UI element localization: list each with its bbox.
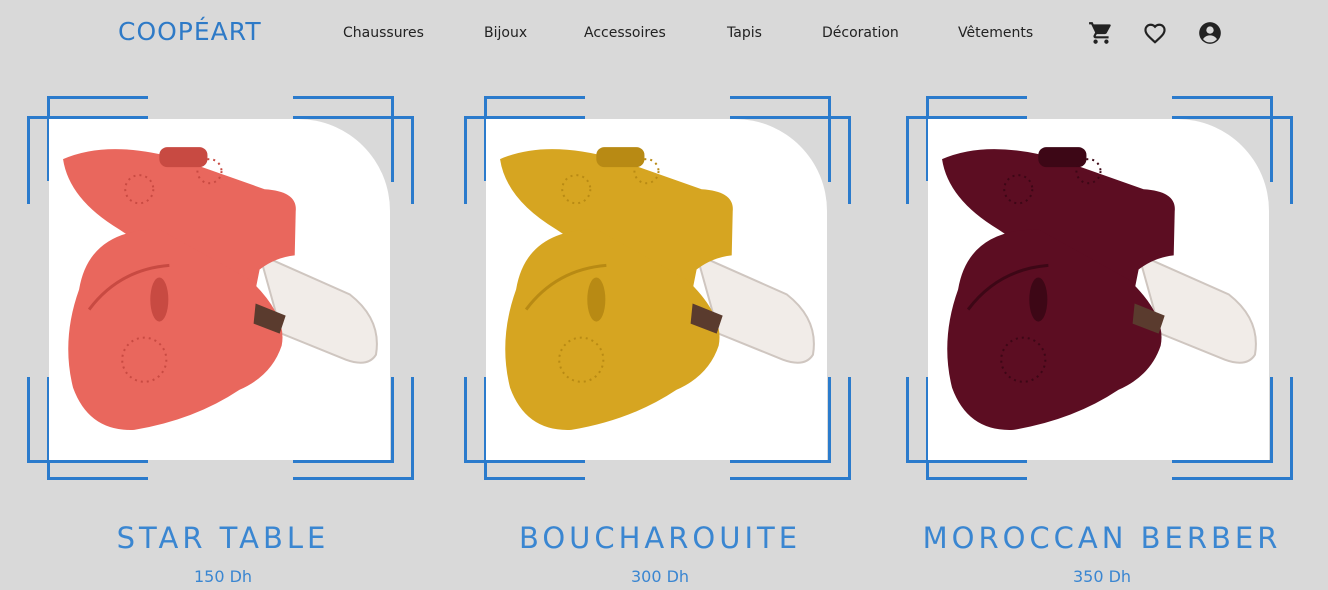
frame-right-top-outer [1270, 96, 1273, 182]
product-title[interactable]: STAR TABLE [27, 514, 419, 562]
frame-right-bottom-inner [828, 377, 831, 463]
product-price: 300 Dh [630, 567, 690, 586]
brand-logo[interactable]: COOPÉART [118, 15, 262, 49]
nav-tapis[interactable]: Tapis [727, 22, 762, 44]
slipper-illustration [63, 147, 378, 430]
frame-top-left-outer [47, 96, 148, 99]
frame-top-right-inner [293, 116, 413, 119]
frame-right-bottom-outer [411, 377, 414, 480]
frame-bottom-right-outer [730, 477, 851, 480]
product-card[interactable]: MOROCCAN BERBER 350 Dh [906, 94, 1298, 590]
heart-icon[interactable] [1142, 20, 1168, 46]
nav-accessoires[interactable]: Accessoires [584, 22, 666, 44]
nav-vetements[interactable]: Vêtements [958, 22, 1033, 44]
frame-right-top-outer [391, 96, 394, 182]
product-image[interactable] [928, 119, 1269, 460]
frame-right-top-inner [1290, 116, 1293, 204]
frame-top-right-inner [730, 116, 850, 119]
frame-right-top-inner [848, 116, 851, 204]
frame-bottom-left-inner [464, 460, 585, 463]
frame-top-right-outer [730, 96, 830, 99]
nav-bijoux[interactable]: Bijoux [484, 22, 527, 44]
frame-bottom-left-outer [484, 477, 585, 480]
frame-bottom-right-outer [293, 477, 414, 480]
frame-bottom-left-outer [47, 477, 148, 480]
product-title[interactable]: BOUCHAROUITE [464, 514, 856, 562]
frame-top-right-outer [293, 96, 393, 99]
frame-left-top-inner [464, 116, 467, 204]
account-icon[interactable] [1197, 20, 1223, 46]
frame-right-top-outer [828, 96, 831, 182]
frame-left-bottom-inner [27, 377, 30, 463]
nav-decoration[interactable]: Décoration [822, 22, 899, 44]
product-card[interactable]: STAR TABLE 150 Dh [27, 94, 419, 590]
frame-bottom-right-inner [1172, 460, 1272, 463]
frame-bottom-right-inner [730, 460, 830, 463]
frame-top-left-outer [484, 96, 585, 99]
frame-left-bottom-inner [464, 377, 467, 463]
nav-chaussures[interactable]: Chaussures [343, 22, 424, 44]
product-price: 350 Dh [1072, 567, 1132, 586]
frame-top-right-outer [1172, 96, 1272, 99]
product-price: 150 Dh [193, 567, 253, 586]
frame-bottom-right-outer [1172, 477, 1293, 480]
product-title[interactable]: MOROCCAN BERBER [906, 514, 1298, 562]
frame-top-right-inner [1172, 116, 1292, 119]
frame-bottom-left-inner [906, 460, 1027, 463]
frame-bottom-left-inner [27, 460, 148, 463]
frame-top-left-outer [926, 96, 1027, 99]
frame-right-top-inner [411, 116, 414, 204]
frame-bottom-right-inner [293, 460, 393, 463]
frame-right-bottom-outer [848, 377, 851, 480]
product-image[interactable] [486, 119, 827, 460]
frame-right-bottom-outer [1290, 377, 1293, 480]
slipper-illustration [500, 147, 815, 430]
product-card[interactable]: BOUCHAROUITE 300 Dh [464, 94, 856, 590]
cart-icon[interactable] [1088, 20, 1114, 46]
frame-right-bottom-inner [1270, 377, 1273, 463]
frame-bottom-left-outer [926, 477, 1027, 480]
product-image[interactable] [49, 119, 390, 460]
frame-left-top-inner [27, 116, 30, 204]
frame-right-bottom-inner [391, 377, 394, 463]
frame-left-bottom-inner [906, 377, 909, 463]
frame-left-top-inner [906, 116, 909, 204]
slipper-illustration [942, 147, 1257, 430]
